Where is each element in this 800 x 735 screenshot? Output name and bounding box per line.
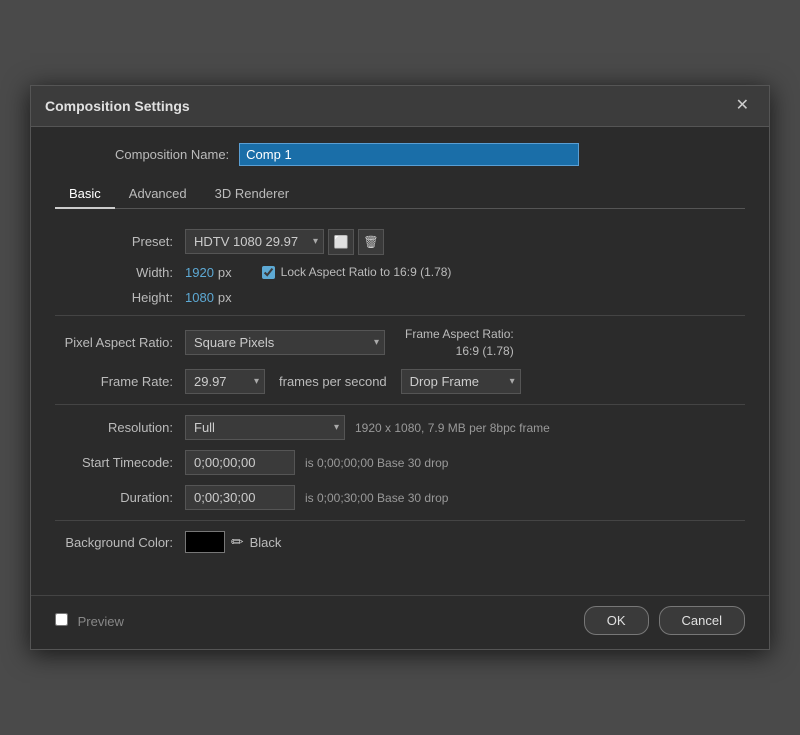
preview-checkbox[interactable] bbox=[55, 613, 68, 626]
resolution-select-wrapper: Full Half Third Quarter Custom ▾ bbox=[185, 415, 345, 440]
tab-advanced[interactable]: Advanced bbox=[115, 180, 201, 208]
frame-rate-unit: frames per second bbox=[279, 374, 387, 389]
height-row: Height: 1080 px bbox=[55, 290, 745, 305]
pixel-aspect-row: Pixel Aspect Ratio: Square Pixels D1/DV … bbox=[55, 326, 745, 360]
width-label: Width: bbox=[55, 265, 185, 280]
tab-basic[interactable]: Basic bbox=[55, 180, 115, 209]
start-timecode-label: Start Timecode: bbox=[55, 455, 185, 470]
start-timecode-input[interactable] bbox=[185, 450, 295, 475]
ok-button[interactable]: OK bbox=[584, 606, 649, 635]
tabs-bar: Basic Advanced 3D Renderer bbox=[55, 180, 745, 209]
eyedropper-button[interactable]: ✏ bbox=[231, 533, 244, 551]
composition-settings-dialog: Composition Settings ✕ Composition Name:… bbox=[30, 85, 770, 651]
tab-3d-renderer[interactable]: 3D Renderer bbox=[201, 180, 303, 208]
title-bar: Composition Settings ✕ bbox=[31, 86, 769, 127]
dialog-footer: Preview OK Cancel bbox=[31, 595, 769, 649]
close-button[interactable]: ✕ bbox=[730, 96, 755, 116]
frame-rate-row: Frame Rate: 29.97 24 25 30 ▾ frames per … bbox=[55, 369, 745, 394]
frame-rate-label: Frame Rate: bbox=[55, 374, 185, 389]
pixel-aspect-label: Pixel Aspect Ratio: bbox=[55, 335, 185, 350]
divider-2 bbox=[55, 404, 745, 405]
duration-input[interactable] bbox=[185, 485, 295, 510]
preview-row: Preview bbox=[55, 613, 124, 629]
bg-color-label: Background Color: bbox=[55, 535, 185, 550]
duration-info: is 0;00;30;00 Base 30 drop bbox=[305, 491, 448, 505]
divider-1 bbox=[55, 315, 745, 316]
bg-color-name: Black bbox=[250, 535, 282, 550]
preview-checkbox-label[interactable]: Preview bbox=[55, 613, 124, 629]
cancel-button[interactable]: Cancel bbox=[659, 606, 745, 635]
frame-rate-select[interactable]: 29.97 24 25 30 bbox=[185, 369, 265, 394]
resolution-label: Resolution: bbox=[55, 420, 185, 435]
start-timecode-info: is 0;00;00;00 Base 30 drop bbox=[305, 456, 448, 470]
footer-buttons: OK Cancel bbox=[584, 606, 745, 635]
frame-rate-value-wrapper: 29.97 24 25 30 ▾ bbox=[185, 369, 265, 394]
frame-aspect-value: 16:9 (1.78) bbox=[456, 344, 514, 358]
basic-tab-content: Preset: HDTV 1080 29.97 HDTV 720 29.97 C… bbox=[55, 223, 745, 570]
height-label: Height: bbox=[55, 290, 185, 305]
lock-aspect-row: Lock Aspect Ratio to 16:9 (1.78) bbox=[262, 265, 452, 279]
drop-frame-wrapper: Drop Frame Non Drop Frame ▾ bbox=[401, 369, 521, 394]
width-unit: px bbox=[218, 265, 232, 280]
height-unit: px bbox=[218, 290, 232, 305]
pixel-aspect-select[interactable]: Square Pixels D1/DV NTSC D1/DV PAL bbox=[185, 330, 385, 355]
height-value[interactable]: 1080 bbox=[185, 290, 214, 305]
frame-aspect-label: Frame Aspect Ratio: bbox=[405, 327, 514, 341]
resolution-info: 1920 x 1080, 7.9 MB per 8bpc frame bbox=[355, 421, 550, 435]
duration-label: Duration: bbox=[55, 490, 185, 505]
drop-frame-select[interactable]: Drop Frame Non Drop Frame bbox=[401, 369, 521, 394]
bg-color-swatch[interactable] bbox=[185, 531, 225, 553]
preset-select-wrapper: HDTV 1080 29.97 HDTV 720 29.97 Custom ▾ bbox=[185, 229, 324, 254]
lock-aspect-checkbox[interactable] bbox=[262, 266, 275, 279]
dialog-title: Composition Settings bbox=[45, 98, 190, 114]
preset-row: Preset: HDTV 1080 29.97 HDTV 720 29.97 C… bbox=[55, 229, 745, 255]
pixel-aspect-select-wrapper: Square Pixels D1/DV NTSC D1/DV PAL ▾ bbox=[185, 330, 385, 355]
dialog-content: Composition Name: Basic Advanced 3D Rend… bbox=[31, 127, 769, 586]
comp-name-label: Composition Name: bbox=[115, 147, 229, 162]
start-timecode-row: Start Timecode: is 0;00;00;00 Base 30 dr… bbox=[55, 450, 745, 475]
preset-delete-button[interactable]: 🗑 bbox=[358, 229, 384, 255]
frame-aspect-ratio-info: Frame Aspect Ratio: 16:9 (1.78) bbox=[405, 326, 514, 360]
preset-select[interactable]: HDTV 1080 29.97 HDTV 720 29.97 Custom bbox=[185, 229, 324, 254]
divider-3 bbox=[55, 520, 745, 521]
preset-save-button[interactable]: ⬜ bbox=[328, 229, 354, 255]
preset-label: Preset: bbox=[55, 234, 185, 249]
frame-rate-controls: 29.97 24 25 30 ▾ frames per second Drop … bbox=[185, 369, 521, 394]
bg-color-row: Background Color: ✏ Black bbox=[55, 531, 745, 553]
save-preset-icon: ⬜ bbox=[334, 235, 349, 249]
comp-name-input[interactable] bbox=[239, 143, 579, 166]
resolution-row: Resolution: Full Half Third Quarter Cust… bbox=[55, 415, 745, 440]
comp-name-row: Composition Name: bbox=[55, 143, 745, 166]
lock-aspect-label: Lock Aspect Ratio to 16:9 (1.78) bbox=[281, 265, 452, 279]
duration-row: Duration: is 0;00;30;00 Base 30 drop bbox=[55, 485, 745, 510]
width-row: Width: 1920 px Lock Aspect Ratio to 16:9… bbox=[55, 265, 745, 280]
preview-label: Preview bbox=[78, 614, 124, 629]
resolution-select[interactable]: Full Half Third Quarter Custom bbox=[185, 415, 345, 440]
delete-preset-icon: 🗑 bbox=[363, 235, 378, 249]
width-value[interactable]: 1920 bbox=[185, 265, 214, 280]
